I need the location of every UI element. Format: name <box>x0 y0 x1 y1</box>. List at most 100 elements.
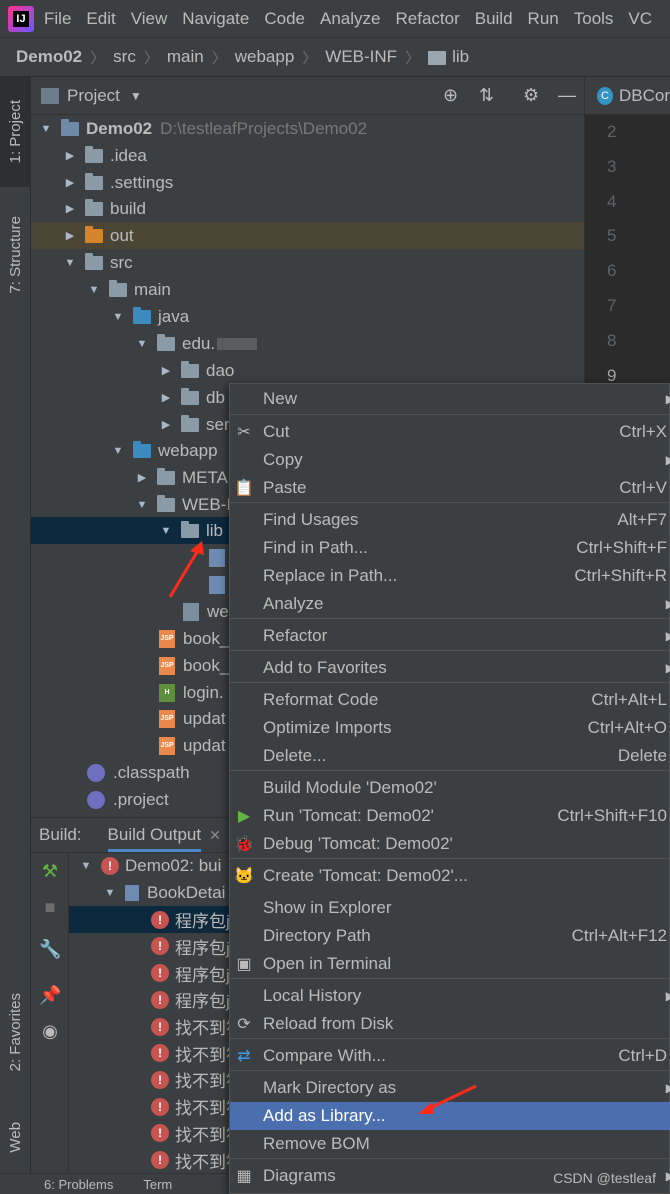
breadcrumb-main[interactable]: main <box>167 47 204 67</box>
chevron-down-icon[interactable]: ▼ <box>79 860 93 872</box>
tree-item-demo02[interactable]: ▼ Demo02 D:\testleafProjects\Demo02 <box>31 115 584 142</box>
chevron-right-icon[interactable]: ▶ <box>135 471 149 484</box>
menu-item-build-module[interactable]: Build Module 'Demo02' <box>230 774 670 802</box>
tab-favorites[interactable]: 2: Favorites <box>0 972 31 1092</box>
tree-item-settings[interactable]: ▶ .settings <box>31 169 584 196</box>
tree-item-out[interactable]: ▶ out <box>31 222 584 249</box>
annotation-arrow-icon <box>168 541 204 598</box>
menu-item-replace-in-path[interactable]: Replace in Path... Ctrl+Shift+R <box>230 562 670 590</box>
folder-icon <box>109 279 127 297</box>
menu-file[interactable]: File <box>44 9 71 29</box>
chevron-right-icon[interactable]: ▶ <box>159 391 173 404</box>
menu-vcs[interactable]: VC <box>628 9 652 29</box>
menu-separator <box>230 1158 670 1159</box>
menu-item-local-history[interactable]: Local History ▶ <box>230 982 670 1010</box>
tree-item-idea[interactable]: ▶ .idea <box>31 142 584 169</box>
menu-item-create-tomcat[interactable]: 🐱 Create 'Tomcat: Demo02'... <box>230 862 670 890</box>
menu-item-add-to-favorites[interactable]: Add to Favorites ▶ <box>230 654 670 682</box>
menu-edit[interactable]: Edit <box>86 9 115 29</box>
menu-refactor[interactable]: Refactor <box>395 9 459 29</box>
chevron-down-icon[interactable]: ▼ <box>135 338 149 350</box>
chevron-down-icon[interactable]: ▼ <box>103 887 117 899</box>
menu-item-analyze[interactable]: Analyze ▶ <box>230 590 670 618</box>
folder-icon <box>85 145 103 163</box>
gear-icon[interactable]: ⚙ <box>523 85 539 106</box>
chevron-right-icon[interactable]: ▶ <box>63 149 77 162</box>
tree-item-build[interactable]: ▶ build <box>31 195 584 222</box>
menu-run[interactable]: Run <box>528 9 559 29</box>
status-problems[interactable]: 6: Problems <box>44 1177 113 1192</box>
submenu-arrow-icon: ▶ <box>666 629 670 643</box>
menu-item-label: Reload from Disk <box>263 1014 394 1033</box>
collapse-all-icon[interactable]: ⇅ <box>479 85 494 106</box>
menu-item-find-in-path[interactable]: Find in Path... Ctrl+Shift+F <box>230 534 670 562</box>
chevron-right-icon[interactable]: ▶ <box>63 202 77 215</box>
menu-item-remove-bom[interactable]: Remove BOM <box>230 1130 670 1158</box>
menu-item-reformat-code[interactable]: Reformat Code Ctrl+Alt+L <box>230 686 670 714</box>
chevron-right-icon[interactable]: ▶ <box>63 229 77 242</box>
menu-view[interactable]: View <box>131 9 168 29</box>
menu-analyze[interactable]: Analyze <box>320 9 380 29</box>
breadcrumb-webapp[interactable]: webapp <box>235 47 295 67</box>
menu-build[interactable]: Build <box>475 9 513 29</box>
eye-icon[interactable]: ◉ <box>39 1021 61 1043</box>
locate-icon[interactable]: ⊕ <box>443 85 458 106</box>
tree-item-edu-package[interactable]: ▼ edu. <box>31 330 584 357</box>
dropdown-caret-icon[interactable]: ▼ <box>130 89 142 103</box>
chevron-down-icon[interactable]: ▼ <box>39 123 53 135</box>
menu-item-cut[interactable]: ✂ Cut Ctrl+X <box>230 418 670 446</box>
compare-icon: ⇄ <box>237 1048 251 1065</box>
chevron-right-icon[interactable]: ▶ <box>159 418 173 431</box>
menu-item-delete[interactable]: Delete... Delete <box>230 742 670 770</box>
menu-item-label: Debug 'Tomcat: Demo02' <box>263 834 453 853</box>
stop-icon[interactable]: ■ <box>39 897 61 919</box>
menu-item-shortcut: Ctrl+Alt+O <box>587 718 667 737</box>
chevron-down-icon[interactable]: ▼ <box>87 284 101 296</box>
chevron-right-icon[interactable]: ▶ <box>159 364 173 377</box>
chevron-down-icon[interactable]: ▼ <box>135 499 149 511</box>
wrench-icon[interactable]: 🔧 <box>39 939 61 961</box>
project-panel-title[interactable]: Project <box>67 86 120 106</box>
menu-item-run-tomcat[interactable]: ▶ Run 'Tomcat: Demo02' Ctrl+Shift+F10 <box>230 802 670 830</box>
breadcrumb-lib[interactable]: lib <box>452 47 469 67</box>
tree-item-src[interactable]: ▼ src <box>31 249 584 276</box>
menu-item-show-in-explorer[interactable]: Show in Explorer <box>230 894 670 922</box>
tab-structure[interactable]: 7: Structure <box>0 195 31 315</box>
folder-icon <box>85 172 103 190</box>
hammer-icon[interactable]: ⚒ <box>39 861 61 883</box>
tab-project[interactable]: 1: Project <box>0 77 31 187</box>
menu-tools[interactable]: Tools <box>574 9 614 29</box>
chevron-down-icon[interactable]: ▼ <box>111 311 125 323</box>
minimize-icon[interactable]: — <box>558 85 576 106</box>
build-label: Build: <box>39 825 82 844</box>
menu-navigate[interactable]: Navigate <box>182 9 249 29</box>
menu-item-copy[interactable]: Copy ▶ <box>230 446 670 474</box>
pin-icon[interactable]: 📌 <box>39 985 61 1007</box>
menu-item-open-in-terminal[interactable]: ▣ Open in Terminal <box>230 950 670 978</box>
menu-item-directory-path[interactable]: Directory Path Ctrl+Alt+F12 <box>230 922 670 950</box>
menu-item-optimize-imports[interactable]: Optimize Imports Ctrl+Alt+O <box>230 714 670 742</box>
breadcrumb-src[interactable]: src <box>113 47 136 67</box>
menu-item-refactor[interactable]: Refactor ▶ <box>230 622 670 650</box>
tree-item-main[interactable]: ▼ main <box>31 276 584 303</box>
menu-item-find-usages[interactable]: Find Usages Alt+F7 <box>230 506 670 534</box>
menu-item-new[interactable]: New ▶ <box>230 385 670 413</box>
reload-icon: ⟳ <box>237 1016 251 1033</box>
menu-item-reload-from-disk[interactable]: ⟳ Reload from Disk <box>230 1010 670 1038</box>
breadcrumb-web-inf[interactable]: WEB-INF <box>325 47 397 67</box>
menu-item-debug-tomcat[interactable]: 🐞 Debug 'Tomcat: Demo02' <box>230 830 670 858</box>
chevron-right-icon[interactable]: ▶ <box>63 176 77 189</box>
tab-web[interactable]: Web <box>0 1102 31 1172</box>
menu-item-compare-with[interactable]: ⇄ Compare With... Ctrl+D <box>230 1042 670 1070</box>
chevron-down-icon[interactable]: ▼ <box>63 257 77 269</box>
menu-code[interactable]: Code <box>264 9 305 29</box>
tree-item-java[interactable]: ▼ java <box>31 303 584 330</box>
chevron-down-icon[interactable]: ▼ <box>111 445 125 457</box>
status-terminal[interactable]: Term <box>143 1177 172 1192</box>
tab-build-output[interactable]: Build Output <box>107 819 202 852</box>
editor-tab[interactable]: C DBCor <box>585 77 670 115</box>
close-icon[interactable]: ✕ <box>209 827 221 844</box>
menu-item-paste[interactable]: 📋 Paste Ctrl+V <box>230 474 670 502</box>
tree-item-dao[interactable]: ▶ dao <box>31 357 584 384</box>
breadcrumb-demo02[interactable]: Demo02 <box>16 47 82 67</box>
